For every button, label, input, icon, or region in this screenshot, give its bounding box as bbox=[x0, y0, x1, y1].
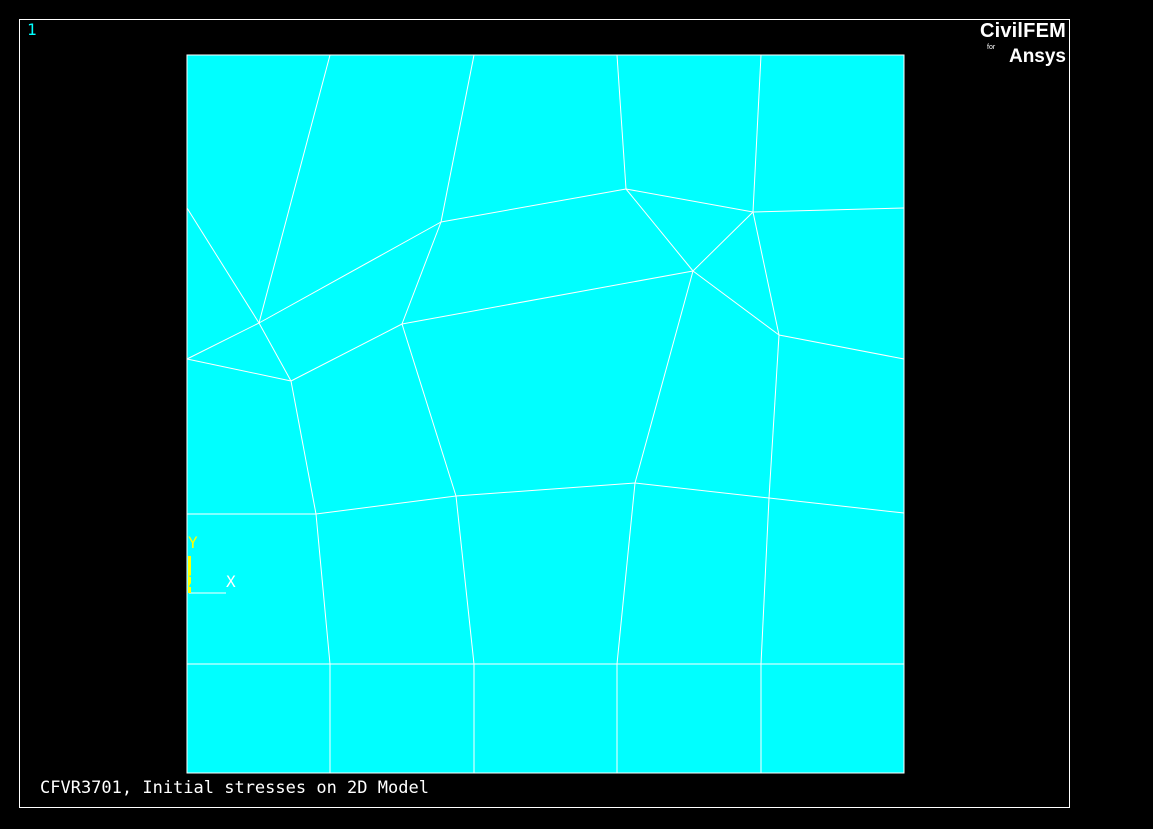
x-axis-label: X bbox=[226, 572, 236, 591]
model-domain[interactable] bbox=[187, 55, 904, 773]
z-axis-label: Z bbox=[188, 572, 198, 591]
graphics-window[interactable]: 1 CivilFEM for Ansys Y Z X CFVR3701, Ini… bbox=[0, 0, 1153, 829]
plot-caption: CFVR3701, Initial stresses on 2D Model bbox=[40, 778, 429, 798]
y-axis-label: Y bbox=[188, 533, 198, 552]
fe-mesh[interactable]: Y Z X bbox=[0, 0, 1153, 829]
